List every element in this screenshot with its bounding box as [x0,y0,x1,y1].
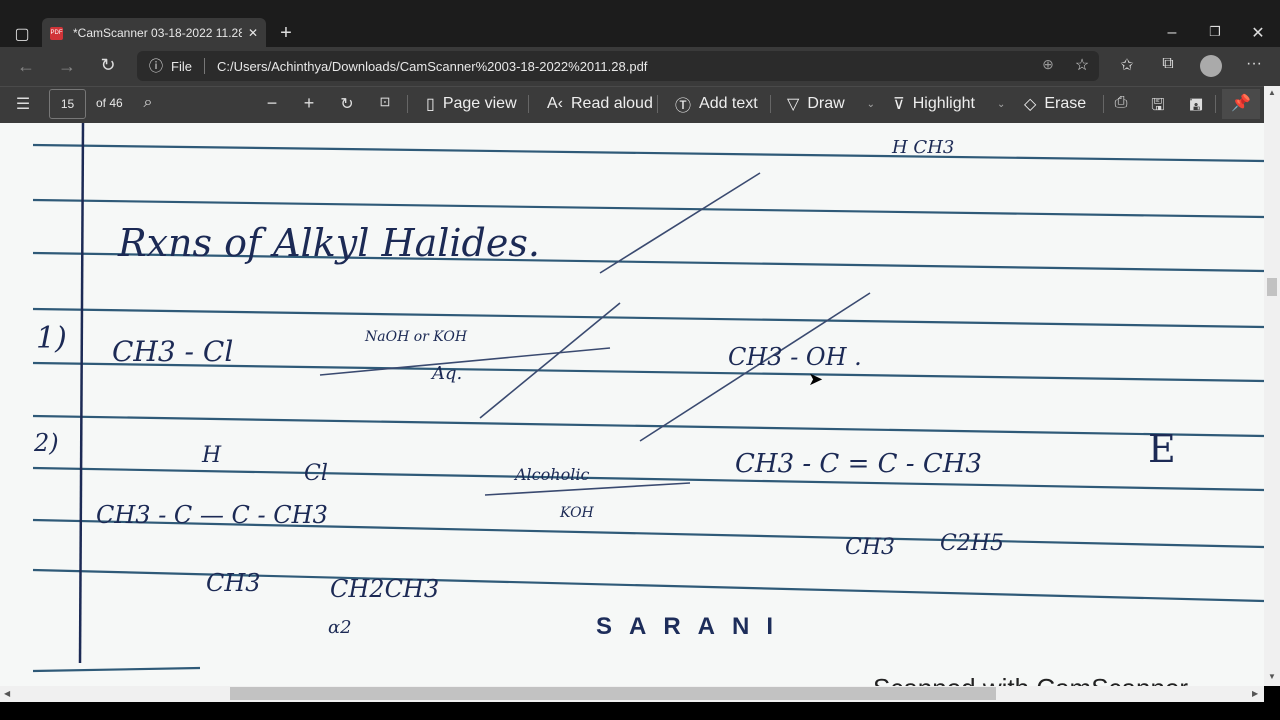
read-aloud-button[interactable]: A‹ Read aloud [547,86,653,122]
profile-avatar[interactable] [1200,55,1222,77]
product: CH3 - C = C - CH3 [735,449,982,479]
contents-icon[interactable]: ☰ [13,94,33,114]
reactant: CH3 - C — C - CH3 [96,501,328,529]
erase-label: Erase [1044,95,1087,112]
new-tab-icon[interactable]: + [276,22,296,45]
rotate-icon[interactable]: ↻ [337,94,357,114]
tab-actions-icon[interactable]: ▢ [12,24,32,44]
product: CH3 - OH . [728,343,862,371]
draw-chevron-icon[interactable]: ⌄ [867,99,875,110]
eraser-icon: ◇ [1024,96,1037,113]
zoom-icon[interactable]: ⊕ [1038,56,1058,73]
item-number: 2) [34,429,59,457]
add-text-icon: Ⓣ [675,98,692,115]
highlight-button[interactable]: ⊽ Highlight ⌄ [893,86,1005,122]
page-view-label: Page view [442,95,517,112]
reagent-condition: Aq. [432,363,463,384]
reactant: CH3 - Cl [112,335,234,368]
substituent: CH3 [206,569,261,597]
more-icon[interactable]: ··· [1244,55,1264,73]
pdf-icon: PDF [50,26,63,40]
restore-icon[interactable]: ❐ [1205,24,1225,40]
erase-button[interactable]: ◇ Erase [1024,86,1086,122]
url-text[interactable]: C:/Users/Achinthya/Downloads/CamScanner%… [217,59,647,74]
collections-icon[interactable]: ⧉ [1158,55,1178,73]
fit-width-icon[interactable]: ⊡ [375,94,395,110]
zoom-out-icon[interactable]: − [262,93,282,114]
address-bar[interactable]: ⓘ File C:/Users/Achinthya/Downloads/CamS… [137,51,1099,81]
highlight-chevron-icon[interactable]: ⌄ [997,99,1005,110]
scroll-right-icon[interactable]: ▶ [1252,689,1258,698]
reagent: NaOH or KOH [365,329,468,345]
draw-label: Draw [807,95,845,112]
scroll-up-icon[interactable]: ▲ [1268,88,1276,97]
substituent: CH2CH3 [330,575,440,603]
add-favorite-icon[interactable]: ☆ [1072,55,1092,75]
pdf-page: Rxns of Alkyl Halides. 1) CH3 - Cl NaOH … [0,123,1264,686]
page-total: of 46 [96,96,123,110]
add-text-button[interactable]: Ⓣ Add text [675,86,758,122]
zoom-in-icon[interactable]: + [299,93,319,114]
heading: Rxns of Alkyl Halides. [118,221,540,265]
mouse-cursor-icon: ➤ [808,369,824,389]
refresh-icon[interactable]: ↻ [98,55,118,76]
ruled-lines [32,123,1264,673]
page-number-input[interactable]: 15 [49,89,86,119]
top-fragment: H CH3 [892,137,955,158]
close-tab-icon[interactable]: ✕ [248,26,258,40]
vertical-scrollbar[interactable]: ▲ ▼ [1264,86,1280,686]
draw-button[interactable]: ▽ Draw ⌄ [787,86,875,122]
substituent: Cl [304,461,328,486]
pin-toolbar-icon[interactable]: 📌 [1222,89,1260,119]
label: α2 [328,617,352,638]
favorites-icon[interactable]: ✩ [1117,55,1137,75]
tab-title: *CamScanner 03-18-2022 11.28. [73,26,242,40]
scroll-left-icon[interactable]: ◀ [4,689,10,698]
add-text-label: Add text [699,95,758,112]
draw-icon: ▽ [787,96,800,113]
address-prefix: File [171,58,192,74]
forward-icon[interactable]: → [57,56,77,77]
minimize-icon[interactable]: – [1162,24,1182,42]
page-view-button[interactable]: ▯ Page view [426,86,517,122]
read-aloud-icon: A‹ [547,95,563,112]
save-as-icon[interactable]: 🖪 [1186,94,1206,121]
scroll-down-icon[interactable]: ▼ [1268,672,1276,681]
item-number: 1) [36,321,67,356]
info-icon: ⓘ [149,58,163,74]
notebook-brand: SARANI [596,613,791,640]
search-icon[interactable]: ⌕ [138,94,158,112]
back-icon[interactable]: ← [16,56,36,77]
close-window-icon[interactable]: ✕ [1248,23,1268,43]
horizontal-scrollbar[interactable]: ◀ ▶ [0,686,1264,702]
save-icon[interactable]: 🖫 [1148,94,1168,121]
substituent: C2H5 [940,531,1005,556]
page-view-icon: ▯ [426,96,435,113]
substituent: CH3 [845,535,896,560]
substituent: H [202,443,222,468]
print-icon[interactable]: ⎙ [1111,94,1131,112]
scanner-footer: Scanned with CamScanner [873,673,1188,686]
vertical-scroll-thumb[interactable] [1267,278,1277,296]
browser-tab[interactable]: PDF *CamScanner 03-18-2022 11.28. ✕ [42,18,266,48]
read-aloud-label: Read aloud [571,95,653,112]
highlight-icon: ⊽ [893,96,905,113]
horizontal-scroll-thumb[interactable] [230,687,996,700]
reagent: Alcoholic [515,465,590,484]
reagent: KOH [560,505,594,521]
margin-mark: E [1148,427,1176,471]
highlight-label: Highlight [912,95,975,112]
